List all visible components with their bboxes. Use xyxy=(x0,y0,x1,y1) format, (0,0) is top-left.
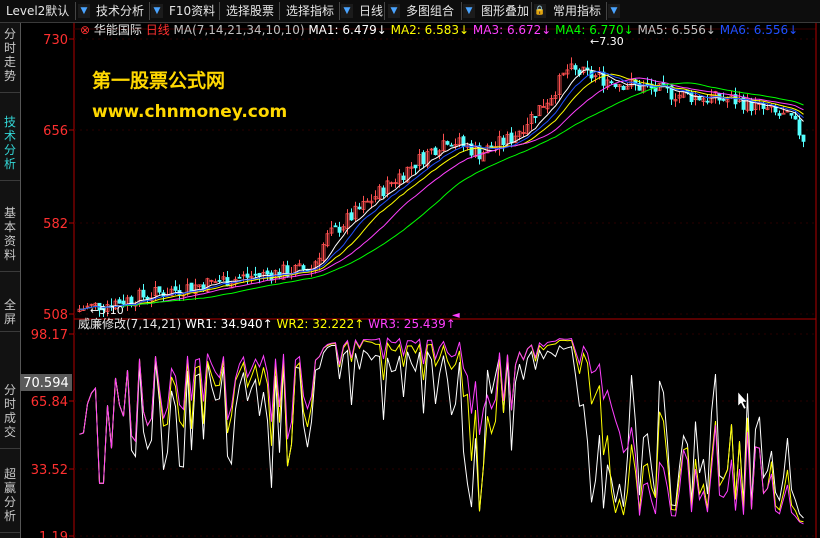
candle-body xyxy=(573,65,578,70)
lock-icon[interactable]: 🔒 xyxy=(534,4,546,18)
y-tick-label: 582 xyxy=(43,217,68,232)
dropdown-arrow-icon[interactable]: ▼ xyxy=(463,4,475,18)
common-indicators-button[interactable]: 常用指标 xyxy=(549,2,607,20)
low-annotation: ←5.10 xyxy=(90,304,124,317)
candle-body xyxy=(333,225,338,228)
wr-value: WR2: 32.222↑ xyxy=(277,317,369,331)
y-tick-label: 508 xyxy=(43,308,68,323)
candle-body xyxy=(237,276,242,279)
candle-body xyxy=(349,212,354,221)
candle-body xyxy=(533,116,538,118)
candle-body xyxy=(449,144,454,147)
dropdown-arrow-icon[interactable]: ▼ xyxy=(388,4,400,18)
main-panel-header: ⊗ 华能国际 日线 MA(7,14,21,34,10,10) MA1: 6.47… xyxy=(80,23,798,37)
dropdown-arrow-icon[interactable]: ▼ xyxy=(608,4,620,18)
ma-value: MA5: 6.556↓ xyxy=(637,23,719,37)
stock-name: 华能国际 xyxy=(94,23,146,37)
ma-parameters: MA(7,14,21,34,10,10) xyxy=(174,23,309,37)
period-label: 日线 xyxy=(146,23,174,37)
candle-body xyxy=(509,132,514,144)
dropdown-arrow-icon[interactable]: ▼ xyxy=(151,4,163,18)
candle-body xyxy=(381,187,386,197)
watermark-title: 第一股票公式网 xyxy=(92,70,226,92)
williams-lines xyxy=(79,337,804,525)
chart-area[interactable]: 730 656 582 508 98.17 65.84 33.52 1.19 70.594 ⊗ 华… xyxy=(0,23,820,538)
ma-value: MA6: 6.556↓ xyxy=(720,23,798,37)
candle-body xyxy=(141,289,146,298)
candle-body xyxy=(801,134,806,142)
y-tick-label: 656 xyxy=(43,124,68,139)
candle-body xyxy=(789,113,794,116)
candle-body xyxy=(337,226,342,233)
candle-body xyxy=(173,286,178,291)
candle-body xyxy=(301,265,306,270)
dropdown-arrow-icon[interactable]: ▼ xyxy=(78,4,90,18)
candle-body xyxy=(689,92,694,103)
candle-body xyxy=(445,141,450,145)
cursor-value: 70.594 xyxy=(23,376,69,391)
candle-body xyxy=(421,152,426,165)
y-tick-label: 730 xyxy=(43,33,68,48)
indicator-name: 威廉修改(7,14,21) xyxy=(78,316,185,331)
candle-body xyxy=(217,280,222,282)
candle-body xyxy=(357,206,362,210)
candle-body xyxy=(157,286,162,293)
multi-chart-button[interactable]: 多图组合 xyxy=(402,2,462,20)
daily-period-button[interactable]: 日线 xyxy=(355,2,385,20)
candle-body xyxy=(613,83,618,88)
y-tick-label: 98.17 xyxy=(31,328,68,343)
ma-value: MA1: 6.479↓ xyxy=(308,23,390,37)
candle-body xyxy=(501,137,506,146)
watermark-url: www.chnmoney.com xyxy=(92,102,288,122)
dropdown-arrow-icon[interactable]: ▼ xyxy=(341,4,353,18)
candle-body xyxy=(777,113,782,116)
level2-default-menu[interactable]: Level2默认 xyxy=(2,2,76,20)
select-indicator-button[interactable]: 选择指标 xyxy=(282,2,340,20)
candle-body xyxy=(401,175,406,180)
ma-value: MA3: 6.672↓ xyxy=(473,23,555,37)
wr-value: WR1: 34.940↑ xyxy=(185,317,277,331)
candle-body xyxy=(145,296,150,300)
candle-body xyxy=(253,273,258,276)
overlay-button[interactable]: 图形叠加 xyxy=(477,2,532,20)
candle-body xyxy=(721,98,726,101)
y-tick-label: 65.84 xyxy=(31,395,68,410)
wr-value: WR3: 25.439↑ xyxy=(368,317,456,331)
candle-body xyxy=(413,164,418,169)
candle-body xyxy=(609,81,614,84)
select-stock-button[interactable]: 选择股票 xyxy=(222,2,280,20)
candle-body xyxy=(621,85,626,90)
candle-body xyxy=(781,112,786,115)
top-toolbar: Level2默认 ▼ 技术分析 ▼ F10资料 选择股票 选择指标 ▼ 日线 ▼… xyxy=(0,0,820,23)
candle-body xyxy=(245,273,250,278)
high-annotation: ←7.30 xyxy=(590,35,624,48)
mouse-cursor-icon xyxy=(737,391,748,410)
y-tick-label: 33.52 xyxy=(31,463,68,478)
y-tick-label: 1.19 xyxy=(39,530,68,538)
candle-body xyxy=(265,270,270,275)
ma-value: MA2: 6.583↓ xyxy=(391,23,473,37)
f10-info-button[interactable]: F10资料 xyxy=(165,2,220,20)
candle-body xyxy=(189,282,194,292)
candle-body xyxy=(793,115,798,120)
candle-body xyxy=(797,119,802,136)
indicator-header: 威廉修改(7,14,21) WR1: 34.940↑ WR2: 32.222↑ … xyxy=(78,316,456,331)
candle-body xyxy=(117,299,122,304)
tech-analysis-menu[interactable]: 技术分析 xyxy=(92,2,150,20)
candle-body xyxy=(705,100,710,103)
candle-body xyxy=(433,147,438,156)
candle-body xyxy=(257,273,262,277)
settings-icon: ⊗ xyxy=(80,23,94,37)
